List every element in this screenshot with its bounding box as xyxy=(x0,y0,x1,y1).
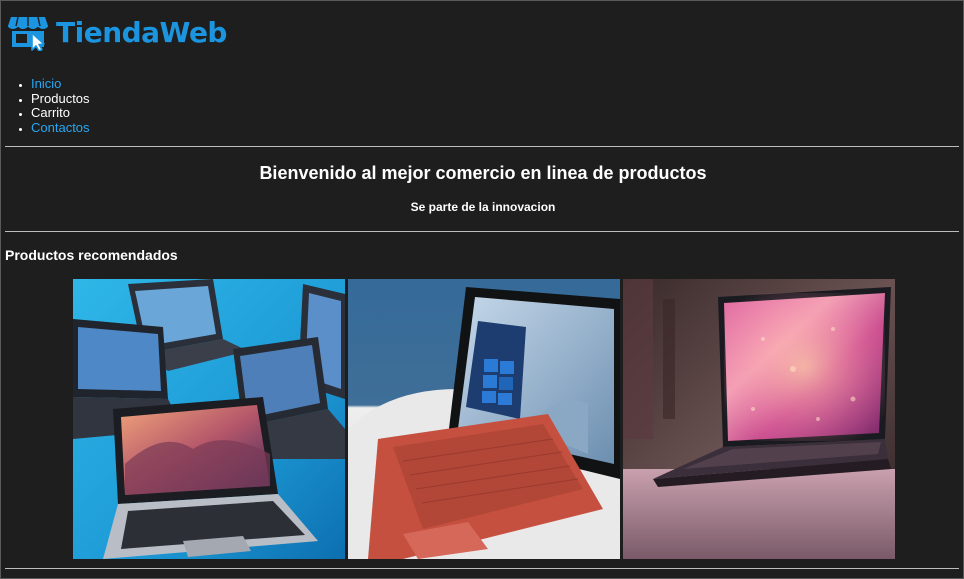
divider xyxy=(5,231,959,232)
product-image-laptop-pink[interactable] xyxy=(623,279,895,559)
brand-logo[interactable]: TiendaWeb xyxy=(8,13,227,51)
section-title-recommended: Productos recomendados xyxy=(5,247,178,263)
hero-title: Bienvenido al mejor comercio en linea de… xyxy=(259,163,707,183)
product-image-laptops[interactable] xyxy=(73,279,345,559)
main-nav: Inicio Productos Carrito Contactos xyxy=(1,76,90,136)
nav-item-contactos: Contactos xyxy=(31,120,90,136)
laptops-group-image xyxy=(73,279,345,559)
hero-subtitle: Se parte de la innovacion xyxy=(410,200,556,214)
nav-link-contactos[interactable]: Contactos xyxy=(31,120,90,135)
nav-text-productos: Productos xyxy=(31,90,90,106)
nav-item-inicio: Inicio xyxy=(31,76,90,92)
divider xyxy=(5,568,959,569)
nav-link-inicio[interactable]: Inicio xyxy=(31,76,61,91)
product-gallery xyxy=(73,279,895,559)
page: TiendaWeb Inicio Productos Carrito Conta… xyxy=(0,0,964,579)
product-image-tablet[interactable] xyxy=(348,279,620,559)
laptop-pink-image xyxy=(623,279,895,559)
nav-text-carrito: Carrito xyxy=(31,105,71,120)
nav-item-carrito: Carrito xyxy=(31,105,90,121)
brand-name: TiendaWeb xyxy=(56,16,227,49)
tablet-keyboard-image xyxy=(348,279,620,559)
store-cursor-icon xyxy=(8,16,49,51)
nav-item-productos: Productos xyxy=(31,90,90,107)
divider xyxy=(5,146,959,147)
